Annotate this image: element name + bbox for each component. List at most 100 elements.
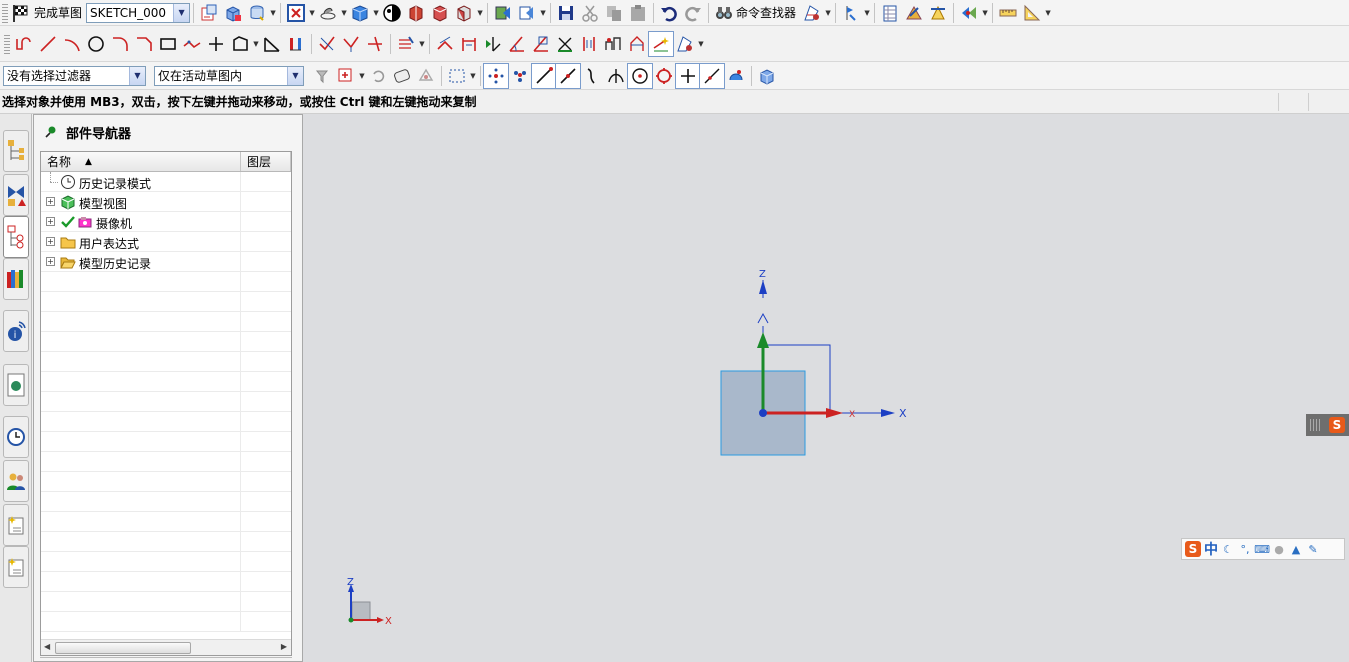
ime-collapsed-bar[interactable]: S [1306,414,1349,436]
snap-midpoint-icon[interactable] [555,62,581,89]
shaded-view-icon[interactable] [348,1,372,25]
select-solid-icon[interactable] [755,64,779,88]
snap-control-point-icon[interactable] [508,64,532,88]
wrench-icon[interactable]: ✎ [1306,542,1320,556]
dropdown-arrow-icon[interactable]: ▼ [476,1,484,25]
dropdown-arrow-icon[interactable]: ▼ [372,1,380,25]
ruler-icon[interactable] [996,1,1020,25]
snap-view-icon[interactable] [957,1,981,25]
undo-icon[interactable] [657,1,681,25]
point-icon[interactable] [204,32,228,56]
expand-plus-icon[interactable]: + [46,197,55,206]
snap-intersection-icon[interactable] [604,64,628,88]
alternate-solution-icon[interactable] [625,32,649,56]
system-materials-tab[interactable] [3,546,29,588]
snap-point-on-curve-icon[interactable] [699,62,725,89]
convert-reference-icon[interactable] [601,32,625,56]
command-finder-button[interactable]: 命令查找器 [736,4,800,21]
dropdown-arrow-icon[interactable]: ▼ [418,32,426,56]
part-navigator-tab[interactable] [3,216,29,258]
feature-selection-icon[interactable] [334,64,358,88]
expand-plus-icon[interactable]: + [46,217,55,226]
layer-column-header[interactable]: 图层 [241,152,291,171]
analysis-icon[interactable] [926,1,950,25]
work-layer-icon[interactable] [491,1,515,25]
dropdown-arrow-icon[interactable]: ▼ [358,64,366,88]
snap-point-on-face-icon[interactable] [724,64,748,88]
assembly-navigator-tab[interactable] [3,130,29,172]
arc-icon[interactable] [60,32,84,56]
scrollbar-thumb[interactable] [55,642,191,654]
sogou-logo-icon[interactable]: S [1329,417,1345,433]
pin-icon[interactable] [44,125,58,139]
dropdown-arrow-icon[interactable]: ▼ [981,1,989,25]
dropdown-arrow-icon[interactable]: ▼ [469,64,477,88]
fit-view-icon[interactable] [284,1,308,25]
show-all-constraints-icon[interactable] [553,32,577,56]
name-column-header[interactable]: 名称 ▲ [41,152,241,171]
save-icon[interactable] [554,1,578,25]
part-navigator-tree[interactable]: 名称 ▲ 图层 历史记录模式 + 模型视图 + 摄像机 + 用户表达式 + 模型… [40,151,292,656]
user-icon[interactable]: ● [1272,542,1286,556]
measure-icon[interactable] [902,1,926,25]
angular-dimension-icon[interactable] [505,32,529,56]
circle-icon[interactable] [84,32,108,56]
geometric-constraint-icon[interactable] [481,32,505,56]
snap-existing-point-icon[interactable] [675,62,701,89]
rectangle-select-icon[interactable] [445,64,469,88]
graphics-window[interactable]: Z X X Z X [303,114,1349,662]
scroll-left-icon[interactable]: ◀ [44,642,50,651]
rapid-dimension-icon[interactable] [433,32,457,56]
sketch-name-select[interactable]: SKETCH_000 ▼ [86,2,191,23]
make-corner-icon[interactable] [363,32,387,56]
sketch-origin-point[interactable] [759,409,767,417]
selection-scope-select[interactable]: 仅在活动草图内 ▼ [154,65,304,86]
rectangle-icon[interactable] [156,32,180,56]
finish-sketch-button[interactable]: 完成草图 [30,4,86,21]
chevron-down-icon[interactable]: ▼ [173,3,190,22]
punctuation-icon[interactable]: °, [1238,542,1252,556]
triangle-ruler-icon[interactable] [1020,1,1044,25]
dropdown-arrow-icon[interactable]: ▼ [863,1,871,25]
perimeter-dimension-icon[interactable] [529,32,553,56]
select-feature-icon[interactable] [414,64,438,88]
chevron-down-icon[interactable]: ▼ [287,66,303,85]
linear-dimension-icon[interactable] [457,32,481,56]
quick-trim-icon[interactable] [315,32,339,56]
dropdown-arrow-icon[interactable]: ▼ [539,1,547,25]
spreadsheet-icon[interactable] [878,1,902,25]
tree-row-cameras[interactable]: + 摄像机 [41,212,291,232]
tree-row-user-expressions[interactable]: + 用户表达式 [41,232,291,252]
dropdown-arrow-icon[interactable]: ▼ [824,1,832,25]
paste-icon[interactable] [626,1,650,25]
redo-icon[interactable] [681,1,705,25]
studio-spline-icon[interactable] [228,32,252,56]
ime-language-toggle[interactable]: 中 [1204,539,1218,559]
quick-extend-icon[interactable] [339,32,363,56]
roles-tab[interactable] [3,460,29,502]
snap-line-end-icon[interactable] [531,62,557,89]
type-filter-select[interactable]: 没有选择过滤器 ▼ [3,65,146,86]
reuse-library-tab[interactable] [3,258,29,300]
scroll-right-icon[interactable]: ▶ [281,642,287,651]
finish-sketch-flag-icon[interactable] [10,1,30,25]
profile-icon[interactable] [12,32,36,56]
chamfer-icon[interactable] [132,32,156,56]
reset-filter-icon[interactable] [366,64,390,88]
dropdown-arrow-icon[interactable]: ▼ [340,1,348,25]
navigator-preview-divider[interactable] [40,657,292,661]
dropdown-arrow-icon[interactable]: ▼ [308,1,316,25]
orient-to-sketch-icon[interactable] [197,1,221,25]
dropdown-arrow-icon[interactable]: ▼ [1044,1,1052,25]
inferred-constraints-icon[interactable] [648,30,674,57]
snap-quadrant-icon[interactable] [652,64,676,88]
polygon-icon[interactable] [180,32,204,56]
orient-to-model-icon[interactable] [221,1,245,25]
binoculars-icon[interactable] [712,1,736,25]
snap-endpoint-icon[interactable] [483,62,509,89]
keyboard-icon[interactable]: ⌨ [1254,542,1270,556]
dropdown-arrow-icon[interactable]: ▼ [697,32,705,56]
system-scenes-tab[interactable] [3,504,29,546]
pattern-curve-icon[interactable] [284,32,308,56]
toolbar-grip[interactable] [2,2,8,23]
